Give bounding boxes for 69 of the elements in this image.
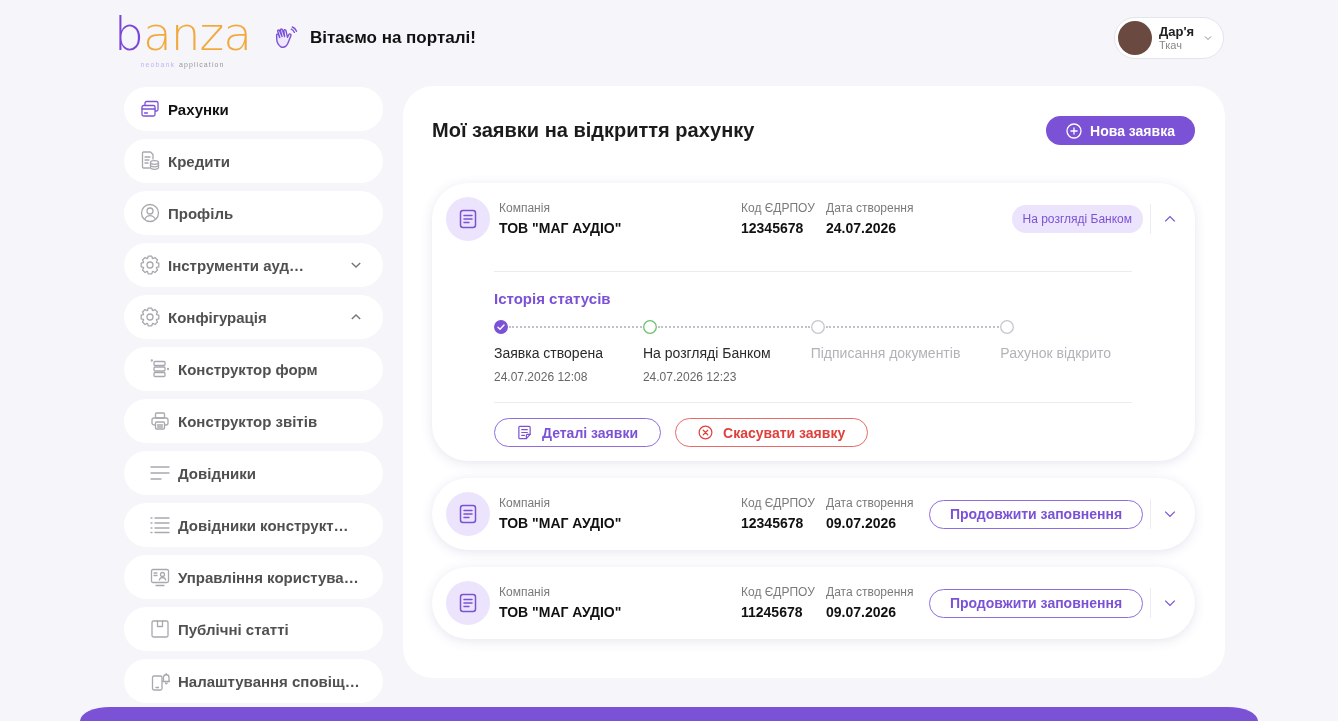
field-value: ТОВ "МАГ АУДІО" xyxy=(499,515,622,532)
field-value: ТОВ "МАГ АУДІО" xyxy=(499,220,622,237)
document-icon xyxy=(446,581,490,625)
page-title: Мої заявки на відкриття рахунку xyxy=(432,119,755,142)
avatar-placeholder xyxy=(1118,21,1152,55)
field-value: ТОВ "МАГ АУДІО" xyxy=(499,604,622,621)
user-circle-icon xyxy=(140,203,160,223)
note-icon xyxy=(517,425,532,440)
sidebar-subitem[interactable]: Конструктор звітів xyxy=(124,399,383,443)
field-label: Дата створення xyxy=(826,496,914,511)
field-label: Дата створення xyxy=(826,585,914,600)
sidebar-item[interactable]: Рахунки xyxy=(124,87,383,131)
sidebar-item[interactable]: Конфігурація xyxy=(124,295,383,339)
field-label: Код ЄДРПОУ xyxy=(741,585,815,600)
credit-cards-icon xyxy=(140,99,160,119)
field-value: 11245678 xyxy=(741,604,803,621)
step-label: Заявка створена xyxy=(494,345,603,362)
user-name: Дар'я xyxy=(1159,24,1195,39)
phone-bell-icon xyxy=(150,671,170,691)
lines-icon xyxy=(150,463,170,483)
continue-button[interactable]: Продовжити заповнення xyxy=(929,499,1143,529)
waving-hand-icon xyxy=(274,26,298,50)
section-title: Історія статусів xyxy=(494,290,611,308)
bookmark-square-icon xyxy=(150,619,170,639)
field-value: 09.07.2026 xyxy=(826,604,897,621)
field-label: Код ЄДРПОУ xyxy=(741,201,815,216)
step-date: 24.07.2026 12:23 xyxy=(642,370,737,385)
sidebar-subitem[interactable]: Налаштування сповіщ… xyxy=(124,659,383,703)
field-value: 09.07.2026 xyxy=(826,515,897,532)
continue-button[interactable]: Продовжити заповнення xyxy=(929,588,1143,618)
field-label: Компанія xyxy=(499,201,550,216)
field-value: 12345678 xyxy=(741,220,804,237)
field-value: 12345678 xyxy=(741,515,804,532)
close-circle-icon xyxy=(698,425,713,440)
chevron-down-icon xyxy=(1203,33,1213,43)
id-card-icon xyxy=(150,567,170,587)
field-label: Код ЄДРПОУ xyxy=(741,496,815,511)
user-surname: Ткач xyxy=(1159,39,1182,52)
printer-icon xyxy=(150,411,170,431)
sidebar-subitem[interactable]: Управління користува… xyxy=(124,555,383,599)
field-label: Компанія xyxy=(499,585,550,600)
field-label: Компанія xyxy=(499,496,550,511)
list-icon xyxy=(150,515,170,535)
gear-icon xyxy=(140,255,160,275)
document-coins-icon xyxy=(140,151,160,171)
sidebar-subitem[interactable]: Довідники конструкт… xyxy=(124,503,383,547)
step-label: Рахунок відкрито xyxy=(1000,345,1112,362)
step-label: На розгляді Банком xyxy=(642,345,771,362)
document-icon xyxy=(446,492,490,536)
step-label: Підписання документів xyxy=(810,345,961,362)
sidebar-item[interactable]: Інструменти ауд… xyxy=(124,243,383,287)
field-value: 24.07.2026 xyxy=(826,220,897,237)
sidebar-subitem[interactable]: Довідники xyxy=(124,451,383,495)
greeting-text: Вітаємо на порталі! xyxy=(310,27,476,49)
sidebar-item[interactable]: Профіль xyxy=(124,191,383,235)
cancel-button[interactable]: Скасувати заявку xyxy=(675,418,869,447)
stacked-rows-icon xyxy=(150,359,170,379)
step-date: 24.07.2026 12:08 xyxy=(494,370,588,385)
new-application-button[interactable]: Нова заявка xyxy=(1046,116,1195,145)
sidebar-subitem[interactable]: Публічні статті xyxy=(124,607,383,651)
sidebar-subitem[interactable]: Конструктор форм xyxy=(124,347,383,391)
field-label: Дата створення xyxy=(826,201,914,216)
details-button[interactable]: Деталі заявки xyxy=(494,418,661,447)
status-badge: На розгляді Банком xyxy=(1011,205,1143,233)
document-icon xyxy=(446,197,490,241)
user-menu-button[interactable]: Дар'я Ткач xyxy=(1114,17,1224,59)
gear-icon xyxy=(140,307,160,327)
sidebar-item[interactable]: Кредити xyxy=(124,139,383,183)
plus-circle-icon xyxy=(1066,122,1083,139)
